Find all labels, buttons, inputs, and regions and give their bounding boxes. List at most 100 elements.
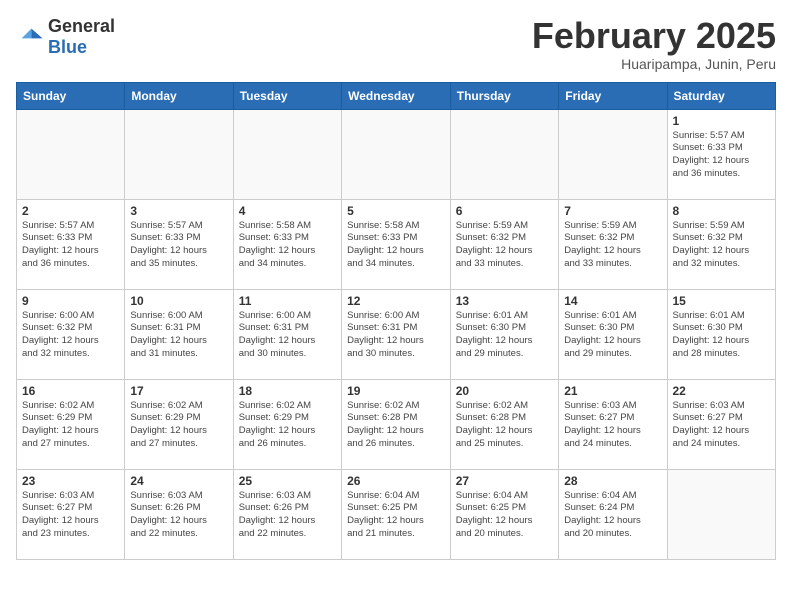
logo-general: General	[48, 16, 115, 36]
weekday-header-friday: Friday	[559, 82, 667, 109]
day-info: Sunrise: 6:02 AMSunset: 6:28 PMDaylight:…	[456, 400, 553, 451]
calendar-day: 16 Sunrise: 6:02 AMSunset: 6:29 PMDayligh…	[17, 379, 125, 469]
day-info: Sunrise: 6:00 AMSunset: 6:31 PMDaylight:…	[347, 310, 445, 361]
calendar-day: 22 Sunrise: 6:03 AMSunset: 6:27 PMDayligh…	[667, 379, 776, 469]
weekday-header-monday: Monday	[125, 82, 233, 109]
day-number: 7	[564, 204, 661, 218]
day-number: 27	[456, 474, 553, 488]
calendar-week-row: 16 Sunrise: 6:02 AMSunset: 6:29 PMDayligh…	[17, 379, 776, 469]
day-number: 14	[564, 294, 661, 308]
calendar-day: 10 Sunrise: 6:00 AMSunset: 6:31 PMDayligh…	[125, 289, 233, 379]
day-info: Sunrise: 6:02 AMSunset: 6:29 PMDaylight:…	[239, 400, 336, 451]
day-info: Sunrise: 6:02 AMSunset: 6:29 PMDaylight:…	[22, 400, 119, 451]
calendar-day: 28 Sunrise: 6:04 AMSunset: 6:24 PMDayligh…	[559, 469, 667, 559]
calendar-day: 7 Sunrise: 5:59 AMSunset: 6:32 PMDaylight…	[559, 199, 667, 289]
weekday-header-row: SundayMondayTuesdayWednesdayThursdayFrid…	[17, 82, 776, 109]
calendar-week-row: 1 Sunrise: 5:57 AMSunset: 6:33 PMDaylight…	[17, 109, 776, 199]
calendar-day: 25 Sunrise: 6:03 AMSunset: 6:26 PMDayligh…	[233, 469, 341, 559]
day-number: 6	[456, 204, 553, 218]
calendar-day: 9Sunrise: 6:00 AMSunset: 6:32 PMDaylight…	[17, 289, 125, 379]
day-number: 28	[564, 474, 661, 488]
calendar-day	[233, 109, 341, 199]
calendar-day: 13 Sunrise: 6:01 AMSunset: 6:30 PMDayligh…	[450, 289, 558, 379]
day-info: Sunrise: 6:04 AMSunset: 6:25 PMDaylight:…	[456, 490, 553, 541]
day-number: 4	[239, 204, 336, 218]
logo-icon	[16, 23, 44, 51]
day-number: 18	[239, 384, 336, 398]
calendar-day: 3 Sunrise: 5:57 AMSunset: 6:33 PMDaylight…	[125, 199, 233, 289]
day-info: Sunrise: 5:57 AMSunset: 6:33 PMDaylight:…	[673, 130, 771, 181]
day-number: 8	[673, 204, 771, 218]
day-number: 19	[347, 384, 445, 398]
calendar-day: 5 Sunrise: 5:58 AMSunset: 6:33 PMDaylight…	[342, 199, 451, 289]
day-number: 25	[239, 474, 336, 488]
day-info: Sunrise: 5:59 AMSunset: 6:32 PMDaylight:…	[673, 220, 771, 271]
calendar-week-row: 23 Sunrise: 6:03 AMSunset: 6:27 PMDayligh…	[17, 469, 776, 559]
day-number: 11	[239, 294, 336, 308]
calendar-day	[342, 109, 451, 199]
day-number: 1	[673, 114, 771, 128]
day-info: Sunrise: 5:59 AMSunset: 6:32 PMDaylight:…	[456, 220, 553, 271]
location-subtitle: Huaripampa, Junin, Peru	[532, 56, 776, 72]
calendar-day: 11Sunrise: 6:00 AMSunset: 6:31 PMDayligh…	[233, 289, 341, 379]
calendar-week-row: 9Sunrise: 6:00 AMSunset: 6:32 PMDaylight…	[17, 289, 776, 379]
calendar-day: 12 Sunrise: 6:00 AMSunset: 6:31 PMDayligh…	[342, 289, 451, 379]
day-info: Sunrise: 5:58 AMSunset: 6:33 PMDaylight:…	[347, 220, 445, 271]
calendar-day: 14Sunrise: 6:01 AMSunset: 6:30 PMDayligh…	[559, 289, 667, 379]
day-number: 22	[673, 384, 771, 398]
day-info: Sunrise: 6:03 AMSunset: 6:27 PMDaylight:…	[564, 400, 661, 451]
day-number: 2	[22, 204, 119, 218]
calendar-day: 15Sunrise: 6:01 AMSunset: 6:30 PMDayligh…	[667, 289, 776, 379]
day-info: Sunrise: 6:01 AMSunset: 6:30 PMDaylight:…	[456, 310, 553, 361]
calendar-day: 2Sunrise: 5:57 AMSunset: 6:33 PMDaylight…	[17, 199, 125, 289]
title-block: February 2025 Huaripampa, Junin, Peru	[532, 16, 776, 72]
calendar-day	[450, 109, 558, 199]
day-number: 21	[564, 384, 661, 398]
day-info: Sunrise: 5:58 AMSunset: 6:33 PMDaylight:…	[239, 220, 336, 271]
day-info: Sunrise: 5:59 AMSunset: 6:32 PMDaylight:…	[564, 220, 661, 271]
day-info: Sunrise: 6:02 AMSunset: 6:29 PMDaylight:…	[130, 400, 227, 451]
weekday-header-tuesday: Tuesday	[233, 82, 341, 109]
calendar-day: 24Sunrise: 6:03 AMSunset: 6:26 PMDayligh…	[125, 469, 233, 559]
calendar-day	[125, 109, 233, 199]
day-number: 15	[673, 294, 771, 308]
day-number: 5	[347, 204, 445, 218]
day-number: 13	[456, 294, 553, 308]
day-number: 3	[130, 204, 227, 218]
calendar-day: 27 Sunrise: 6:04 AMSunset: 6:25 PMDayligh…	[450, 469, 558, 559]
calendar-day: 17 Sunrise: 6:02 AMSunset: 6:29 PMDayligh…	[125, 379, 233, 469]
day-number: 26	[347, 474, 445, 488]
day-number: 12	[347, 294, 445, 308]
calendar-day: 1 Sunrise: 5:57 AMSunset: 6:33 PMDaylight…	[667, 109, 776, 199]
calendar-day	[667, 469, 776, 559]
day-number: 23	[22, 474, 119, 488]
calendar-day: 20Sunrise: 6:02 AMSunset: 6:28 PMDayligh…	[450, 379, 558, 469]
calendar-day: 6 Sunrise: 5:59 AMSunset: 6:32 PMDaylight…	[450, 199, 558, 289]
calendar-day: 26 Sunrise: 6:04 AMSunset: 6:25 PMDayligh…	[342, 469, 451, 559]
day-info: Sunrise: 6:03 AMSunset: 6:26 PMDaylight:…	[130, 490, 227, 541]
logo-blue: Blue	[48, 37, 87, 57]
day-number: 10	[130, 294, 227, 308]
weekday-header-thursday: Thursday	[450, 82, 558, 109]
calendar-day: 8 Sunrise: 5:59 AMSunset: 6:32 PMDaylight…	[667, 199, 776, 289]
day-info: Sunrise: 6:03 AMSunset: 6:26 PMDaylight:…	[239, 490, 336, 541]
calendar-day: 18 Sunrise: 6:02 AMSunset: 6:29 PMDayligh…	[233, 379, 341, 469]
day-info: Sunrise: 6:02 AMSunset: 6:28 PMDaylight:…	[347, 400, 445, 451]
weekday-header-sunday: Sunday	[17, 82, 125, 109]
calendar-day: 21 Sunrise: 6:03 AMSunset: 6:27 PMDayligh…	[559, 379, 667, 469]
day-info: Sunrise: 6:00 AMSunset: 6:31 PMDaylight:…	[130, 310, 227, 361]
page-header: General Blue February 2025 Huaripampa, J…	[16, 16, 776, 72]
calendar-table: SundayMondayTuesdayWednesdayThursdayFrid…	[16, 82, 776, 560]
weekday-header-saturday: Saturday	[667, 82, 776, 109]
calendar-day	[17, 109, 125, 199]
calendar-day	[559, 109, 667, 199]
day-info: Sunrise: 6:03 AMSunset: 6:27 PMDaylight:…	[22, 490, 119, 541]
calendar-day: 23 Sunrise: 6:03 AMSunset: 6:27 PMDayligh…	[17, 469, 125, 559]
day-info: Sunrise: 6:04 AMSunset: 6:25 PMDaylight:…	[347, 490, 445, 541]
calendar-day: 19 Sunrise: 6:02 AMSunset: 6:28 PMDayligh…	[342, 379, 451, 469]
day-info: Sunrise: 6:03 AMSunset: 6:27 PMDaylight:…	[673, 400, 771, 451]
day-number: 16	[22, 384, 119, 398]
day-info: Sunrise: 5:57 AMSunset: 6:33 PMDaylight:…	[130, 220, 227, 271]
day-number: 17	[130, 384, 227, 398]
day-info: Sunrise: 6:04 AMSunset: 6:24 PMDaylight:…	[564, 490, 661, 541]
